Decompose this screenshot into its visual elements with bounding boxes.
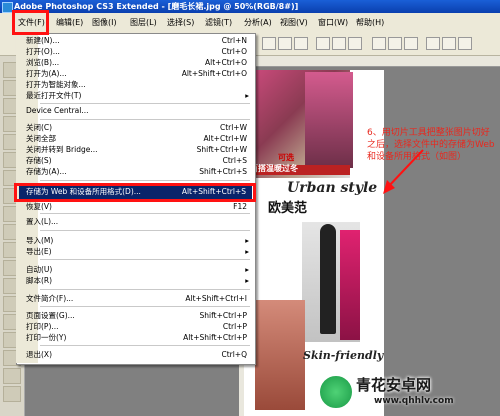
urban-style-heading: Urban style bbox=[287, 180, 378, 196]
model-figure-pink-dress bbox=[340, 230, 360, 340]
submenu-arrow-icon: ▸ bbox=[245, 236, 249, 245]
distribute-top-icon[interactable] bbox=[372, 37, 386, 50]
promo-option-text: 可选 bbox=[278, 153, 294, 162]
watermark-logo-icon bbox=[318, 374, 354, 410]
save-for-web-highlight-box bbox=[14, 183, 256, 202]
submenu-arrow-icon: ▸ bbox=[245, 91, 249, 100]
menu-separator bbox=[40, 289, 250, 290]
align-center-icon[interactable] bbox=[332, 37, 346, 50]
menu-image[interactable]: 图像(I) bbox=[92, 16, 117, 29]
horizontal-ruler bbox=[239, 56, 500, 67]
distribute-right-icon[interactable] bbox=[458, 37, 472, 50]
menu-item-file-info[interactable]: 文件简介(F)... Alt+Shift+Ctrl+I bbox=[24, 293, 253, 304]
menu-select[interactable]: 选择(S) bbox=[167, 16, 194, 29]
menu-item-close[interactable]: 关闭(C) Ctrl+W bbox=[24, 122, 253, 133]
menu-item-open-recent[interactable]: 最近打开文件(T) ▸ bbox=[24, 90, 253, 101]
model-figure-black-dress bbox=[320, 224, 336, 334]
distribute-bottom-icon[interactable] bbox=[404, 37, 418, 50]
watermark-url: www.qhhlv.com bbox=[374, 396, 454, 406]
menu-layer[interactable]: 图层(L) bbox=[130, 16, 157, 29]
menu-item-page-setup[interactable]: 页面设置(G)... Shift+Ctrl+P bbox=[24, 310, 253, 321]
file-menu-highlight-box bbox=[12, 10, 49, 35]
menu-separator bbox=[40, 345, 250, 346]
model-photo-pink bbox=[305, 72, 353, 168]
menu-separator bbox=[40, 180, 250, 181]
menu-item-save-as[interactable]: 存储为(A)... Shift+Ctrl+S bbox=[24, 166, 253, 177]
distribute-left-icon[interactable] bbox=[426, 37, 440, 50]
align-bottom-icon[interactable] bbox=[294, 37, 308, 50]
skin-friendly-heading: Skin-friendly bbox=[303, 349, 384, 362]
menu-item-revert[interactable]: 恢复(V) F12 bbox=[24, 201, 253, 212]
title-bar: Adobe Photoshop CS3 Extended - [磨毛长裙.jpg… bbox=[0, 0, 500, 13]
submenu-arrow-icon: ▸ bbox=[245, 276, 249, 285]
menu-help[interactable]: 帮助(H) bbox=[356, 16, 384, 29]
menu-item-scripts[interactable]: 脚本(R) ▸ bbox=[24, 275, 253, 286]
menu-item-save[interactable]: 存储(S) Ctrl+S bbox=[24, 155, 253, 166]
menu-separator bbox=[40, 119, 250, 120]
menu-separator bbox=[40, 259, 250, 260]
align-middle-icon[interactable] bbox=[278, 37, 292, 50]
menu-item-close-all[interactable]: 关闭全部 Alt+Ctrl+W bbox=[24, 133, 253, 144]
menu-filter[interactable]: 滤镜(T) bbox=[205, 16, 232, 29]
menu-separator bbox=[40, 230, 250, 231]
annotation-arrow-icon bbox=[383, 149, 424, 194]
menu-item-exit[interactable]: 退出(X) Ctrl+Q bbox=[24, 349, 253, 360]
distribute-center-icon[interactable] bbox=[442, 37, 456, 50]
european-style-heading: 欧美范 bbox=[268, 201, 308, 216]
menu-item-new[interactable]: 新建(N)... Ctrl+N bbox=[24, 35, 253, 46]
menu-item-open[interactable]: 打开(O)... Ctrl+O bbox=[24, 46, 253, 57]
menu-item-place[interactable]: 置入(L)... bbox=[24, 216, 253, 227]
menu-item-import[interactable]: 导入(M) ▸ bbox=[24, 235, 253, 246]
model-photo-bottom bbox=[255, 300, 305, 410]
align-top-icon[interactable] bbox=[262, 37, 276, 50]
align-right-icon[interactable] bbox=[348, 37, 362, 50]
menu-item-automate[interactable]: 自动(U) ▸ bbox=[24, 264, 253, 275]
menu-item-device-central[interactable]: Device Central... bbox=[24, 105, 253, 116]
menu-item-close-go-bridge[interactable]: 关闭并转到 Bridge... Shift+Ctrl+W bbox=[24, 144, 253, 155]
menu-bar: 文件(F) 编辑(E) 图像(I) 图层(L) 选择(S) 滤镜(T) 分析(A… bbox=[0, 13, 500, 33]
shape-tool-icon[interactable] bbox=[3, 368, 21, 384]
align-left-icon[interactable] bbox=[316, 37, 330, 50]
menu-item-export[interactable]: 导出(E) ▸ bbox=[24, 246, 253, 257]
menu-item-open-as-smart-object[interactable]: 打开为智能对象... bbox=[24, 79, 253, 90]
submenu-arrow-icon: ▸ bbox=[245, 265, 249, 274]
submenu-arrow-icon: ▸ bbox=[245, 247, 249, 256]
distribute-middle-icon[interactable] bbox=[388, 37, 402, 50]
watermark-name: 青花安卓网 bbox=[356, 376, 432, 394]
menu-item-browse[interactable]: 浏览(B)... Alt+Ctrl+O bbox=[24, 57, 253, 68]
menu-separator bbox=[40, 213, 250, 214]
menu-item-open-as[interactable]: 打开为(A)... Alt+Shift+Ctrl+O bbox=[24, 68, 253, 79]
promo-strip-text: 百搭温暖过冬 bbox=[250, 164, 298, 173]
menu-edit[interactable]: 编辑(E) bbox=[56, 16, 83, 29]
menu-view[interactable]: 视图(V) bbox=[280, 16, 308, 29]
window-title: Adobe Photoshop CS3 Extended - [磨毛长裙.jpg… bbox=[14, 2, 299, 11]
menu-separator bbox=[40, 306, 250, 307]
menu-item-print-one-copy[interactable]: 打印一份(Y) Alt+Shift+Ctrl+P bbox=[24, 332, 253, 343]
menu-item-print[interactable]: 打印(P)... Ctrl+P bbox=[24, 321, 253, 332]
menu-analysis[interactable]: 分析(A) bbox=[244, 16, 272, 29]
menu-separator bbox=[40, 103, 250, 104]
menu-window[interactable]: 窗口(W) bbox=[318, 16, 348, 29]
hand-tool-icon[interactable] bbox=[3, 386, 21, 402]
